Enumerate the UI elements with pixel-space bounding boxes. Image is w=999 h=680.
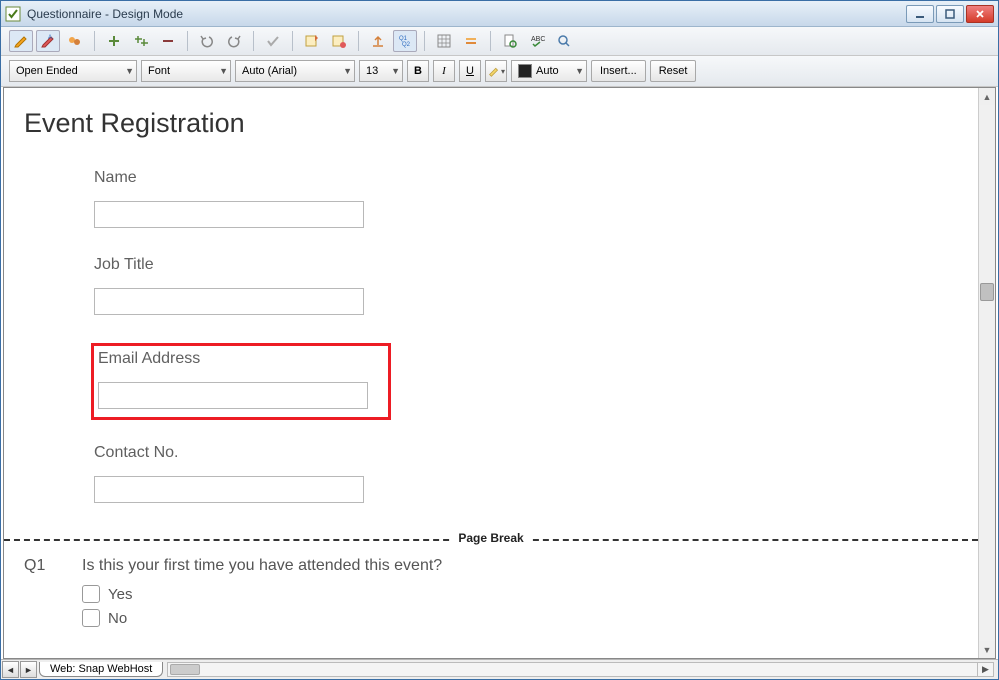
renumber-icon[interactable]: Q1Q2 <box>393 30 417 52</box>
properties-icon[interactable] <box>300 30 324 52</box>
separator <box>490 31 491 51</box>
data-mode-icon[interactable] <box>63 30 87 52</box>
color-swatch <box>518 64 532 78</box>
font-name-combo[interactable]: Auto (Arial) ▼ <box>235 60 355 82</box>
spellcheck-icon[interactable]: ABC <box>525 30 549 52</box>
question-text: Is this your first time you have attende… <box>82 557 442 575</box>
field-email-address[interactable]: Email Address <box>91 343 391 420</box>
separator <box>187 31 188 51</box>
question-type-value: Open Ended <box>16 65 125 77</box>
font-size-combo[interactable]: 13 ▼ <box>359 60 403 82</box>
preview-icon[interactable] <box>498 30 522 52</box>
field-label: Email Address <box>98 350 384 368</box>
layers-icon[interactable] <box>459 30 483 52</box>
check-icon[interactable] <box>261 30 285 52</box>
reset-button[interactable]: Reset <box>650 60 697 82</box>
vertical-scrollbar[interactable]: ▲ ▼ <box>978 88 995 658</box>
main-toolbar: A Q1Q2 ABC <box>1 27 998 56</box>
undo-icon[interactable] <box>195 30 219 52</box>
field-label: Contact No. <box>94 444 958 462</box>
chevron-down-icon: ▼ <box>343 66 352 76</box>
scroll-right-icon[interactable]: ▶ <box>977 663 993 676</box>
option-label: Yes <box>108 586 132 603</box>
tab-prev-icon[interactable]: ◄ <box>2 661 19 678</box>
option-no[interactable]: No <box>82 609 442 627</box>
publish-icon[interactable] <box>366 30 390 52</box>
separator <box>253 31 254 51</box>
redo-icon[interactable] <box>222 30 246 52</box>
delete-icon[interactable] <box>156 30 180 52</box>
field-contact-no[interactable]: Contact No. <box>94 444 958 503</box>
option-label: No <box>108 610 127 627</box>
titlebar: Questionnaire - Design Mode <box>1 1 998 27</box>
text-input[interactable] <box>94 476 364 503</box>
add-question-icon[interactable] <box>102 30 126 52</box>
separator <box>424 31 425 51</box>
variable-props-icon[interactable] <box>327 30 351 52</box>
font-name-value: Auto (Arial) <box>242 65 343 77</box>
font-size-value: 13 <box>366 65 391 77</box>
chevron-down-icon: ▼ <box>391 66 400 76</box>
font-family-combo[interactable]: Font ▼ <box>141 60 231 82</box>
field-label: Job Title <box>94 256 958 274</box>
text-input[interactable] <box>94 201 364 228</box>
scroll-track[interactable] <box>979 105 995 641</box>
canvas-area: Event Registration Name Job Title Email … <box>3 87 996 659</box>
add-multi-icon[interactable] <box>129 30 153 52</box>
color-value: Auto <box>536 65 575 77</box>
field-label: Name <box>94 169 958 187</box>
chevron-down-icon: ▼ <box>219 66 228 76</box>
svg-text:A: A <box>48 35 52 41</box>
format-toolbar: Open Ended ▼ Font ▼ Auto (Arial) ▼ 13 ▼ … <box>1 56 998 87</box>
insert-button[interactable]: Insert... <box>591 60 646 82</box>
bold-button[interactable]: B <box>407 60 429 82</box>
design-mode-icon[interactable] <box>9 30 33 52</box>
svg-text:ABC: ABC <box>531 36 545 43</box>
search-icon[interactable] <box>552 30 576 52</box>
field-name[interactable]: Name <box>94 169 958 228</box>
page-break-label: Page Break <box>452 531 529 545</box>
text-input[interactable] <box>98 382 368 409</box>
page-break[interactable]: Page Break <box>4 531 978 547</box>
checkbox-icon[interactable] <box>82 585 100 603</box>
window-controls <box>906 5 994 23</box>
horizontal-scrollbar[interactable]: ▶ <box>167 662 994 677</box>
question-q1[interactable]: Q1 Is this your first time you have atte… <box>24 557 958 633</box>
separator <box>292 31 293 51</box>
separator <box>94 31 95 51</box>
page-title[interactable]: Event Registration <box>24 108 958 139</box>
question-type-combo[interactable]: Open Ended ▼ <box>9 60 137 82</box>
chevron-down-icon: ▼ <box>125 66 134 76</box>
underline-button[interactable]: U <box>459 60 481 82</box>
tab-web[interactable]: Web: Snap WebHost <box>39 662 163 677</box>
highlight-button[interactable]: ▾ <box>485 60 507 82</box>
app-window: Questionnaire - Design Mode A Q1Q2 ABC <box>0 0 999 680</box>
field-job-title[interactable]: Job Title <box>94 256 958 315</box>
tab-bar: ◄ ► Web: Snap WebHost ▶ <box>1 659 998 679</box>
minimize-button[interactable] <box>906 5 934 23</box>
italic-button[interactable]: I <box>433 60 455 82</box>
style-mode-icon[interactable]: A <box>36 30 60 52</box>
scroll-down-icon[interactable]: ▼ <box>979 641 995 658</box>
svg-text:Q2: Q2 <box>402 42 411 48</box>
tab-next-icon[interactable]: ► <box>20 661 37 678</box>
scroll-thumb[interactable] <box>170 664 200 675</box>
window-title: Questionnaire - Design Mode <box>27 7 906 21</box>
color-combo[interactable]: Auto ▼ <box>511 60 587 82</box>
chevron-down-icon: ▼ <box>575 66 584 76</box>
checkbox-icon[interactable] <box>82 609 100 627</box>
option-yes[interactable]: Yes <box>82 585 442 603</box>
question-number: Q1 <box>24 557 64 633</box>
scroll-up-icon[interactable]: ▲ <box>979 88 995 105</box>
font-family-value: Font <box>148 65 219 77</box>
grid-icon[interactable] <box>432 30 456 52</box>
scroll-thumb[interactable] <box>980 283 994 301</box>
text-input[interactable] <box>94 288 364 315</box>
maximize-button[interactable] <box>936 5 964 23</box>
close-button[interactable] <box>966 5 994 23</box>
app-icon <box>5 6 21 22</box>
separator <box>358 31 359 51</box>
design-canvas[interactable]: Event Registration Name Job Title Email … <box>4 88 978 658</box>
